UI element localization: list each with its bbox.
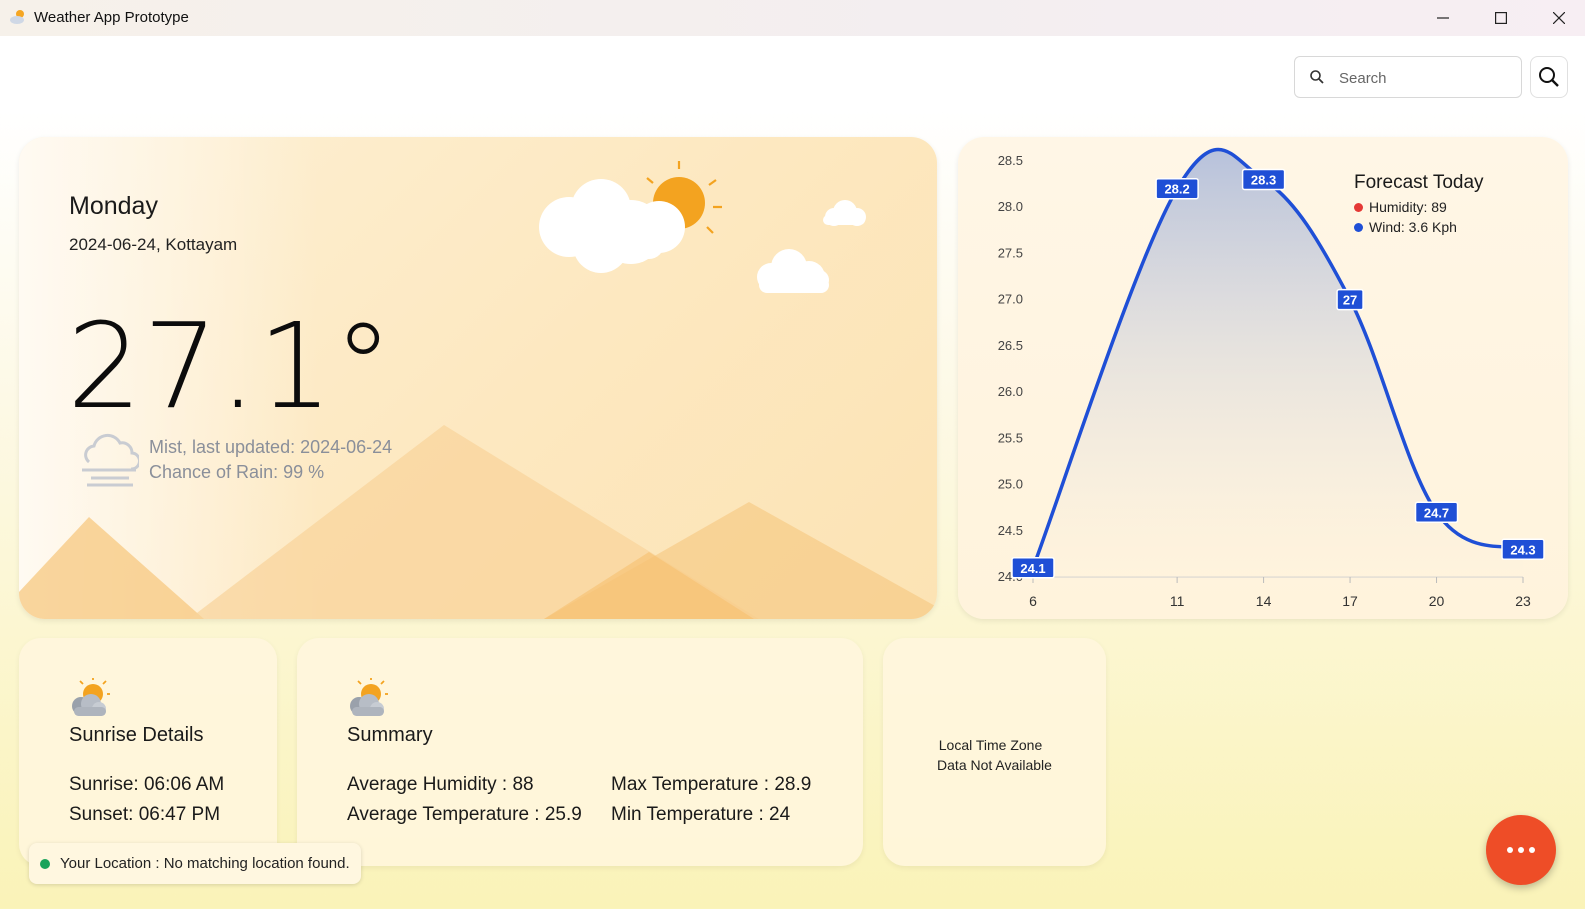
partly-cloudy-icon — [72, 678, 110, 716]
x-tick-label: 20 — [1429, 593, 1445, 609]
data-label: 28.2 — [1155, 177, 1199, 200]
window-title: Weather App Prototype — [34, 9, 189, 26]
sunrise-card: Sunrise Details Sunrise: 06:06 AM Sunset… — [19, 638, 277, 866]
x-tick-label: 23 — [1515, 593, 1531, 609]
timezone-line1: Local Time Zone — [938, 737, 1043, 753]
cloud-icon — [757, 249, 829, 293]
rain-chance: Chance of Rain: 99 % — [149, 462, 325, 482]
svg-text:24.7: 24.7 — [1424, 505, 1449, 520]
data-label: 24.7 — [1414, 501, 1459, 524]
sunrise-time: Sunrise: 06:06 AM — [69, 774, 225, 795]
forecast-chart-card: 24.0 24.5 25.0 25.5 26.0 26.5 27.0 27.5 28.0 28.5… — [958, 137, 1568, 619]
x-tick-label: 14 — [1256, 593, 1272, 609]
data-label: 24.1 — [1011, 557, 1055, 579]
svg-text:24.1: 24.1 — [1020, 561, 1045, 576]
avg-humidity: Average Humidity : 88 — [347, 774, 534, 795]
title-bar: Weather App Prototype — [0, 0, 1585, 36]
legend-humidity: Humidity: 89 — [1354, 199, 1447, 215]
current-weather-card: Monday 2024-06-24, Kottayam 27.1° Mist, … — [19, 137, 937, 619]
location-toast: Your Location : No matching location fou… — [29, 843, 361, 884]
maximize-button[interactable] — [1472, 0, 1530, 36]
data-label: 24.3 — [1501, 538, 1545, 561]
y-tick-label: 28.5 — [998, 153, 1023, 168]
min-temperature: Min Temperature : 24 — [611, 804, 791, 825]
svg-text:28.2: 28.2 — [1164, 182, 1189, 197]
search-icon — [1539, 67, 1559, 87]
timezone-line2: Data Not Available — [937, 757, 1052, 773]
x-tick-label: 11 — [1170, 593, 1185, 609]
minimize-icon — [1437, 17, 1449, 19]
x-tick-label: 6 — [1029, 593, 1037, 609]
y-tick-label: 25.0 — [998, 477, 1023, 492]
summary-card: Summary Average Humidity : 88 Average Te… — [297, 638, 863, 866]
search-button[interactable] — [1530, 56, 1568, 98]
y-tick-label: 24.5 — [998, 523, 1023, 538]
summary-title: Summary — [347, 724, 433, 746]
data-label: 28.3 — [1241, 168, 1286, 191]
forecast-title: Forecast Today — [1354, 172, 1484, 193]
mist-icon — [82, 433, 139, 487]
y-tick-label: 27.0 — [998, 292, 1023, 307]
minimize-button[interactable] — [1414, 0, 1472, 36]
y-tick-label: 26.0 — [998, 384, 1023, 399]
sunset-time: Sunset: 06:47 PM — [69, 804, 221, 825]
y-tick-label: 26.5 — [998, 338, 1023, 353]
partly-cloudy-icon — [350, 678, 388, 716]
more-button[interactable] — [1486, 815, 1556, 885]
legend-dot — [1354, 202, 1363, 212]
search-icon — [1310, 70, 1324, 84]
y-tick-label: 25.5 — [998, 430, 1023, 445]
svg-text:27: 27 — [1343, 293, 1357, 308]
svg-text:28.3: 28.3 — [1251, 172, 1276, 187]
date-location: 2024-06-24, Kottayam — [69, 235, 238, 254]
search-box[interactable] — [1294, 56, 1522, 98]
svg-text:24.3: 24.3 — [1510, 542, 1535, 557]
avg-temperature: Average Temperature : 25.9 — [347, 804, 582, 825]
legend-wind-label: Wind: 3.6 Kph — [1369, 219, 1457, 235]
search-input[interactable] — [1339, 66, 1509, 90]
cloud-icon — [823, 200, 866, 226]
toast-text: Your Location : No matching location fou… — [60, 855, 350, 872]
legend-wind: Wind: 3.6 Kph — [1354, 219, 1457, 235]
more-icon — [1507, 847, 1535, 853]
data-label: 27 — [1336, 288, 1364, 311]
app-icon — [10, 10, 24, 24]
y-tick-label: 28.0 — [998, 199, 1023, 214]
day-label: Monday — [69, 192, 158, 220]
status-dot — [40, 858, 50, 869]
timezone-card: Local Time Zone Data Not Available — [883, 638, 1106, 866]
legend-humidity-label: Humidity: 89 — [1369, 199, 1447, 215]
x-tick-label: 17 — [1342, 593, 1358, 609]
current-temperature: 27.1° — [67, 297, 394, 435]
condition-text: Mist, last updated: 2024-06-24 — [149, 437, 393, 457]
forecast-chart: 24.024.525.025.526.026.527.027.528.028.5… — [998, 147, 1545, 609]
close-button[interactable] — [1530, 0, 1585, 36]
sunrise-title: Sunrise Details — [69, 724, 204, 746]
close-icon — [1553, 12, 1565, 24]
maximize-icon — [1495, 12, 1507, 24]
legend-dot — [1354, 222, 1363, 232]
y-tick-label: 27.5 — [998, 245, 1023, 260]
max-temperature: Max Temperature : 28.9 — [611, 774, 812, 795]
